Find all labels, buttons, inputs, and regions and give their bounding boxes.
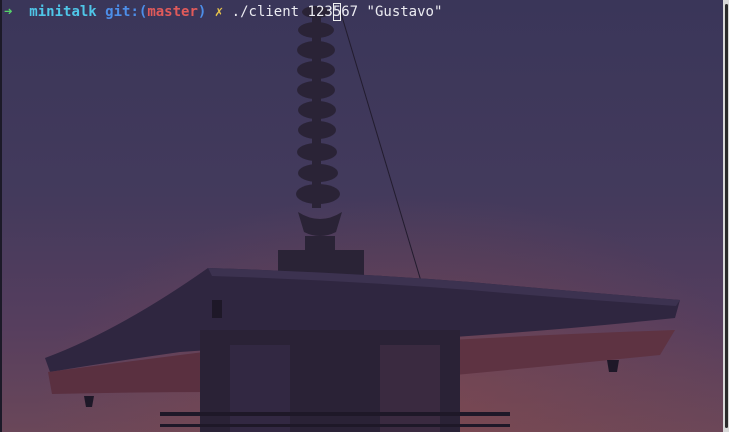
prompt-directory: minitalk	[29, 4, 97, 20]
prompt-dirty-marker-icon: ✗	[214, 4, 224, 20]
terminal-window[interactable]: ➜ minitalk git:(master) ✗ ./client 12356…	[0, 0, 729, 432]
text-cursor[interactable]: 5	[332, 3, 342, 21]
command-text-before-cursor[interactable]: ./client 123	[232, 4, 333, 20]
scrollbar-thumb[interactable]	[725, 4, 728, 428]
prompt-git-prefix: git:(	[105, 4, 148, 20]
prompt-git-suffix: )	[197, 4, 207, 20]
window-left-border	[0, 0, 2, 432]
command-text-after-cursor[interactable]: 67 "Gustavo"	[341, 4, 442, 20]
prompt-arrow-icon: ➜	[4, 4, 13, 20]
shell-prompt-line[interactable]: ➜ minitalk git:(master) ✗ ./client 12356…	[4, 3, 442, 21]
pagoda-background-image	[0, 0, 729, 432]
prompt-git-branch: master	[147, 4, 198, 20]
scrollbar-track[interactable]	[723, 0, 729, 432]
